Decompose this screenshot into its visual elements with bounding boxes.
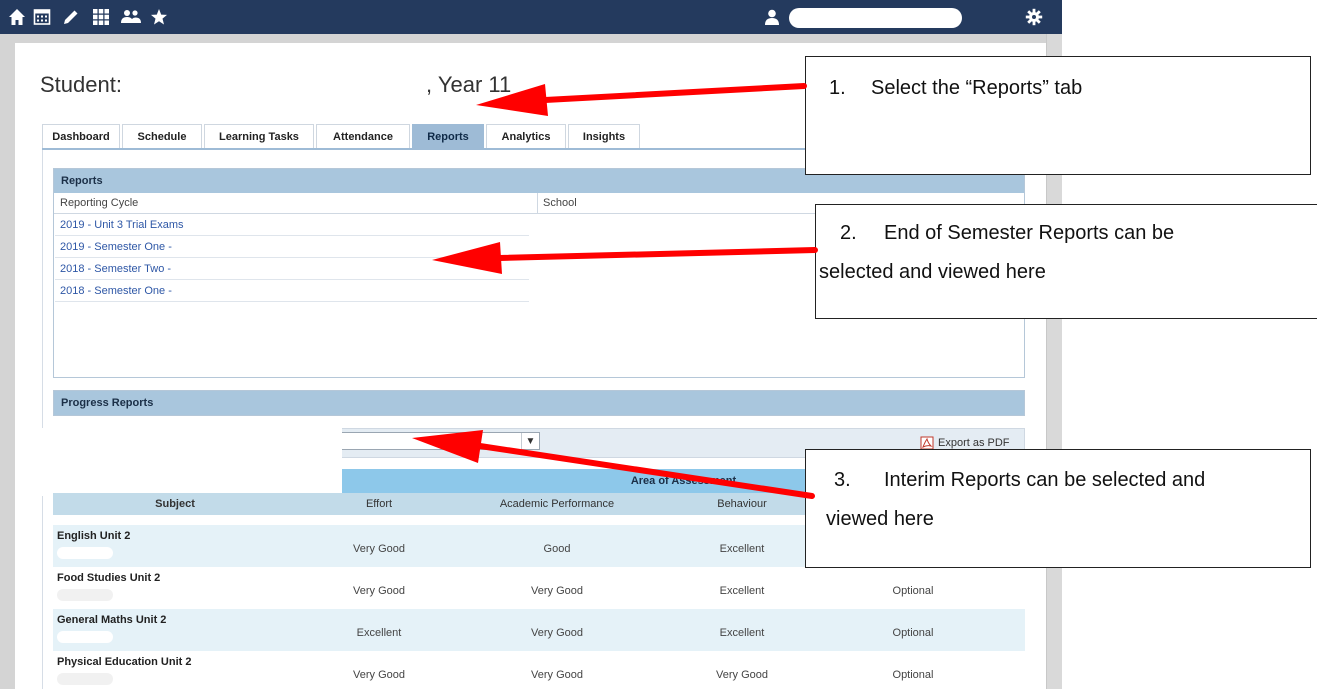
tab-reports[interactable]: Reports xyxy=(412,124,484,148)
academic-value: Very Good xyxy=(531,627,583,639)
redacted-teacher xyxy=(57,631,113,643)
table-row: General Maths Unit 2 Excellent Very Good… xyxy=(53,609,1025,651)
user-name-field[interactable] xyxy=(789,8,962,28)
column-behaviour: Behaviour xyxy=(717,498,767,510)
extra-value: Optional xyxy=(892,669,934,681)
column-subject: Subject xyxy=(155,498,195,510)
behaviour-value: Excellent xyxy=(719,543,765,555)
annotation-callout-1: 1. Select the “Reports” tab xyxy=(805,56,1311,175)
annotation-number: 3. xyxy=(834,469,851,491)
academic-value: Good xyxy=(543,543,571,555)
annotation-number: 2. xyxy=(840,222,857,244)
report-link[interactable]: 2019 - Semester One - xyxy=(60,241,172,253)
annotation-number: 1. xyxy=(829,77,846,99)
report-link[interactable]: 2018 - Semester One - xyxy=(60,285,172,297)
user-icon[interactable] xyxy=(761,6,783,28)
subject-name: English Unit 2 xyxy=(57,530,131,542)
chevron-down-icon[interactable]: ▼ xyxy=(521,433,539,449)
column-academic-performance: Academic Performance xyxy=(499,498,615,510)
tab-insights[interactable]: Insights xyxy=(568,124,640,148)
effort-value: Very Good xyxy=(353,543,405,555)
export-pdf-button[interactable]: Export as PDF xyxy=(920,436,1010,450)
extra-value: Optional xyxy=(892,627,934,639)
annotation-text-2: viewed here xyxy=(826,508,934,530)
student-label: Student: xyxy=(40,72,122,97)
top-nav-bar xyxy=(0,0,1062,34)
star-icon[interactable] xyxy=(148,6,170,28)
behaviour-value: Very Good xyxy=(716,669,768,681)
table-row: Physical Education Unit 2 Very Good Very… xyxy=(53,651,1025,689)
table-row: Food Studies Unit 2 Very Good Very Good … xyxy=(53,567,1025,609)
academic-value: Very Good xyxy=(531,669,583,681)
screenshot-root: Student: , Year 11 Dashboard Schedule Le… xyxy=(0,0,1317,689)
column-effort: Effort xyxy=(365,498,393,510)
column-school[interactable]: School xyxy=(543,197,577,209)
annotation-text: Select the “Reports” tab xyxy=(871,77,1083,99)
people-icon[interactable] xyxy=(120,6,142,28)
tab-analytics[interactable]: Analytics xyxy=(486,124,566,148)
column-reporting-cycle[interactable]: Reporting Cycle xyxy=(60,197,138,209)
pencil-icon[interactable] xyxy=(60,6,82,28)
report-link[interactable]: 2018 - Semester Two - xyxy=(60,263,171,275)
row-divider xyxy=(55,301,529,302)
tab-schedule[interactable]: Schedule xyxy=(122,124,202,148)
export-pdf-label: Export as PDF xyxy=(938,437,1010,449)
behaviour-value: Excellent xyxy=(719,585,765,597)
annotation-text: Interim Reports can be selected and xyxy=(884,469,1206,491)
effort-value: Excellent xyxy=(356,627,402,639)
annotation-text-2: selected and viewed here xyxy=(819,261,1046,283)
tab-learning-tasks[interactable]: Learning Tasks xyxy=(204,124,314,148)
subject-name: General Maths Unit 2 xyxy=(57,614,167,626)
redacted-area xyxy=(40,428,342,496)
progress-report-select[interactable]: ▼ xyxy=(330,432,540,450)
academic-value: Very Good xyxy=(531,585,583,597)
effort-value: Very Good xyxy=(353,585,405,597)
subject-name: Physical Education Unit 2 xyxy=(57,656,192,668)
home-icon[interactable] xyxy=(6,6,28,28)
column-divider xyxy=(537,193,538,214)
tab-dashboard[interactable]: Dashboard xyxy=(42,124,120,148)
redacted-teacher xyxy=(57,547,113,559)
progress-reports-title: Progress Reports xyxy=(53,390,1025,416)
extra-value: Optional xyxy=(892,585,934,597)
pdf-icon xyxy=(920,436,934,450)
gear-icon[interactable] xyxy=(1023,6,1045,28)
subject-name: Food Studies Unit 2 xyxy=(57,572,161,584)
tab-attendance[interactable]: Attendance xyxy=(316,124,410,148)
calendar-icon[interactable] xyxy=(31,6,53,28)
grid-icon[interactable] xyxy=(90,6,112,28)
report-link[interactable]: 2019 - Unit 3 Trial Exams xyxy=(60,219,184,231)
annotation-text: End of Semester Reports can be xyxy=(884,222,1175,244)
annotation-callout-3: 3. Interim Reports can be selected and v… xyxy=(805,449,1311,568)
effort-value: Very Good xyxy=(353,669,405,681)
behaviour-value: Excellent xyxy=(719,627,765,639)
redacted-teacher xyxy=(57,589,113,601)
student-year: , Year 11 xyxy=(426,72,512,97)
redacted-teacher xyxy=(57,673,113,685)
annotation-callout-2: 2. End of Semester Reports can be select… xyxy=(815,204,1317,319)
